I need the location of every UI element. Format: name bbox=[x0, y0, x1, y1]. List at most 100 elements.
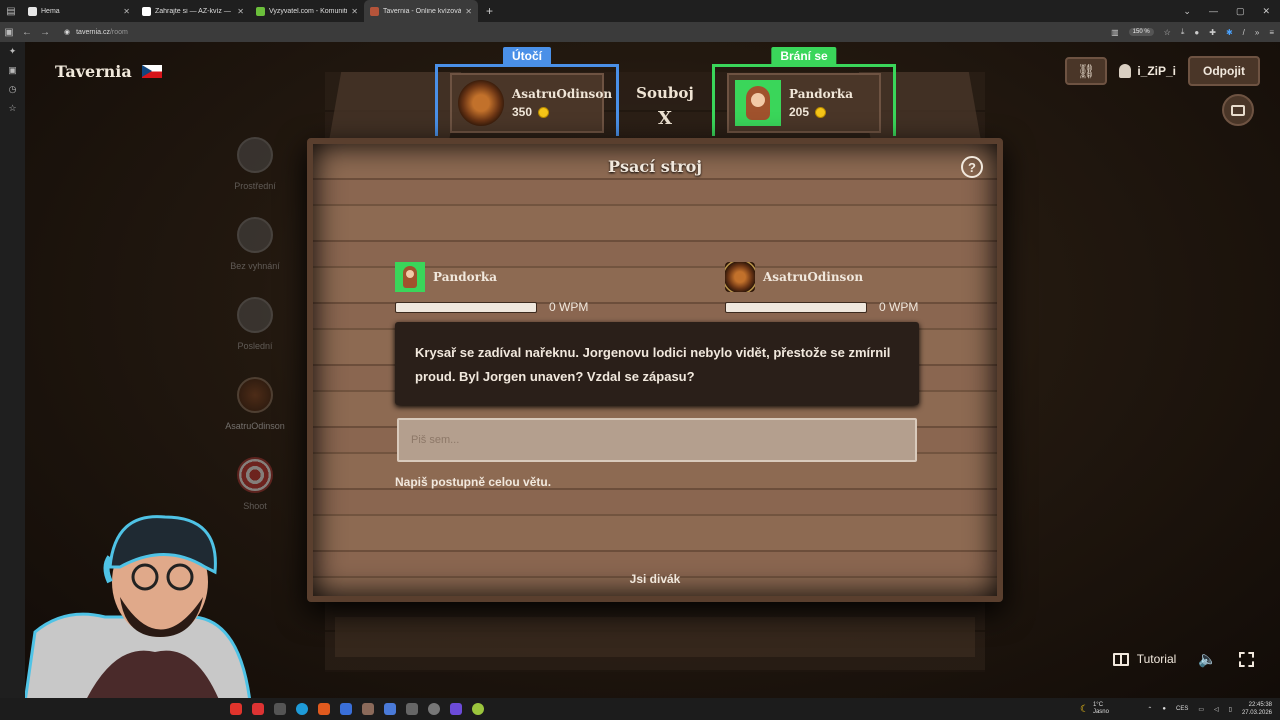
puzzle-icon[interactable]: ✚ bbox=[1209, 28, 1216, 37]
taskbar-apps bbox=[230, 698, 484, 720]
translate-icon[interactable]: ✱ bbox=[1226, 28, 1233, 37]
mic-icon[interactable]: ● bbox=[1162, 706, 1166, 712]
close-tab-icon[interactable]: ✕ bbox=[237, 7, 244, 16]
defender-name: Pandorka bbox=[789, 87, 854, 101]
close-tab-icon[interactable]: ✕ bbox=[465, 7, 472, 16]
browser-tab-3[interactable]: Vyzyvatel.com - Komunitní věd ✕ bbox=[250, 0, 364, 22]
menu-icon[interactable]: ≡ bbox=[1269, 28, 1274, 37]
app-icon[interactable] bbox=[230, 703, 242, 715]
clock[interactable]: 22:45:38 27.03.2026 bbox=[1242, 701, 1272, 717]
tab-favicon bbox=[142, 6, 151, 16]
spectator-label: Jsi divák bbox=[629, 572, 681, 586]
app-icon[interactable] bbox=[340, 703, 352, 715]
app-icon[interactable] bbox=[406, 703, 418, 715]
close-window-icon[interactable]: ✕ bbox=[1262, 6, 1270, 17]
background-table bbox=[335, 617, 975, 657]
site-info-icon[interactable]: ◉ bbox=[64, 28, 70, 36]
edge-icon[interactable] bbox=[296, 703, 308, 715]
header-actions: ⛓ i_ZiP_i Odpojit bbox=[1065, 56, 1260, 86]
chat-button[interactable] bbox=[1222, 94, 1254, 126]
back-icon[interactable]: ← bbox=[18, 27, 36, 38]
address-bar: ▣ ← → ◉ tavernia.cz/room ▥ 150 % ☆ ⤓ ● ✚… bbox=[0, 22, 1280, 42]
user-menu[interactable]: i_ZiP_i bbox=[1119, 64, 1176, 78]
duel-title: Souboj X bbox=[630, 84, 700, 129]
help-icon[interactable]: ? bbox=[961, 156, 983, 178]
logo-text: Tavernia bbox=[55, 62, 132, 81]
tab-list-icon[interactable]: ⌄ bbox=[1183, 6, 1191, 17]
language-indicator[interactable]: CES bbox=[1176, 706, 1188, 712]
forward-icon[interactable]: → bbox=[36, 27, 54, 38]
close-tab-icon[interactable]: ✕ bbox=[123, 7, 130, 16]
weather-widget[interactable]: ☾ 1°C Jasno bbox=[1080, 698, 1109, 720]
history-icon[interactable]: ◷ bbox=[9, 84, 17, 95]
favorites-icon[interactable]: ☆ bbox=[8, 103, 16, 114]
volume-icon[interactable]: ◁ bbox=[1214, 706, 1219, 713]
browser-tab-2[interactable]: Zahrajte si — AZ-kvíz — Český ✕ bbox=[136, 0, 250, 22]
step-label: Shoot bbox=[243, 501, 267, 511]
tutorial-label: Tutorial bbox=[1136, 652, 1177, 666]
chat-icon bbox=[1231, 104, 1245, 116]
step-item: Bez vyhnání bbox=[230, 217, 280, 297]
more-extensions-icon[interactable]: » bbox=[1255, 28, 1259, 37]
browser-toolbar: ▥ 150 % ☆ ⤓ ● ✚ ✱ / » ≡ bbox=[1111, 22, 1274, 42]
minimize-icon[interactable]: — bbox=[1209, 6, 1218, 16]
typing-input[interactable] bbox=[397, 418, 917, 462]
attacker-card: Útočí AsatruOdinson 350 bbox=[435, 47, 619, 136]
coins-value: 350 bbox=[512, 105, 533, 119]
app-icon[interactable] bbox=[472, 703, 484, 715]
ai-icon[interactable]: ✦ bbox=[9, 46, 17, 57]
weather-temp: 1°C bbox=[1092, 702, 1104, 708]
tray-chevron-icon[interactable]: ⌃ bbox=[1147, 706, 1152, 713]
app-icon[interactable] bbox=[274, 703, 286, 715]
sidebar-toggle-icon[interactable]: ▤ bbox=[0, 0, 22, 22]
new-tab-icon[interactable]: + bbox=[478, 4, 501, 18]
username: i_ZiP_i bbox=[1137, 64, 1176, 78]
czech-flag-icon[interactable] bbox=[141, 65, 162, 78]
close-tab-icon[interactable]: ✕ bbox=[351, 7, 358, 16]
step-label: Poslední bbox=[237, 341, 273, 351]
bookmark-star-icon[interactable]: ☆ bbox=[1164, 28, 1171, 37]
defender-info: Pandorka 205 bbox=[727, 73, 881, 133]
progress-bar bbox=[725, 301, 867, 313]
wallet-icon[interactable]: ▣ bbox=[8, 65, 17, 76]
attacker-name: AsatruOdinson bbox=[512, 87, 613, 101]
zoom-level[interactable]: 150 % bbox=[1128, 28, 1154, 36]
link-icon: ⛓ bbox=[1077, 62, 1096, 79]
app-icon[interactable] bbox=[428, 703, 440, 715]
racer-name: AsatruOdinson bbox=[763, 270, 864, 284]
speaker-icon[interactable]: 🔈 bbox=[1198, 650, 1217, 668]
battery-icon[interactable]: ▯ bbox=[1229, 706, 1232, 713]
download-icon[interactable]: ⤓ bbox=[1181, 27, 1185, 37]
game-board: Psací stroj ? Pandorka 0 WPM AsatruOdins… bbox=[307, 138, 1003, 602]
pen-icon[interactable]: / bbox=[1243, 28, 1245, 37]
logout-button[interactable]: Odpojit bbox=[1188, 56, 1260, 86]
app-icon[interactable] bbox=[384, 703, 396, 715]
copy-link-button[interactable]: ⛓ bbox=[1065, 57, 1108, 85]
site-logo[interactable]: Tavernia bbox=[55, 62, 162, 81]
attacker-info: AsatruOdinson 350 bbox=[450, 73, 612, 133]
system-tray: ⌃ ● CES ▭ ◁ ▯ 22:45:38 27.03.2026 bbox=[1147, 698, 1272, 720]
browser-tab-4[interactable]: Tavernia - Online kvízová h ✕ bbox=[364, 0, 478, 22]
network-icon[interactable]: ▭ bbox=[1198, 706, 1204, 713]
reader-icon[interactable]: ▥ bbox=[1111, 28, 1119, 37]
round-steps: Prostřední Bez vyhnání Poslední AsatruOd… bbox=[215, 137, 295, 537]
maximize-icon[interactable]: ▢ bbox=[1236, 6, 1245, 17]
extension-icon[interactable]: ● bbox=[1194, 28, 1199, 37]
tutorial-button[interactable]: Tutorial bbox=[1112, 652, 1177, 666]
fullscreen-icon[interactable] bbox=[1239, 651, 1254, 667]
url-field[interactable]: ◉ tavernia.cz/room bbox=[64, 28, 128, 37]
app-icon[interactable] bbox=[362, 703, 374, 715]
sidebar-panel-icon[interactable]: ▣ bbox=[0, 27, 18, 38]
wpm-value: 0 WPM bbox=[879, 300, 919, 314]
avatar bbox=[735, 80, 781, 126]
browser-tab-1[interactable]: Hema ✕ bbox=[22, 0, 136, 22]
avatar bbox=[725, 262, 755, 292]
attacker-badge: Útočí bbox=[503, 47, 551, 65]
app-icon[interactable] bbox=[318, 703, 330, 715]
duel-title-bottom: X bbox=[658, 108, 672, 129]
app-icon[interactable] bbox=[450, 703, 462, 715]
duel-title-top: Souboj bbox=[636, 84, 694, 102]
defender-badge: Brání se bbox=[771, 47, 837, 65]
book-icon bbox=[1112, 652, 1129, 666]
app-icon[interactable] bbox=[252, 703, 264, 715]
